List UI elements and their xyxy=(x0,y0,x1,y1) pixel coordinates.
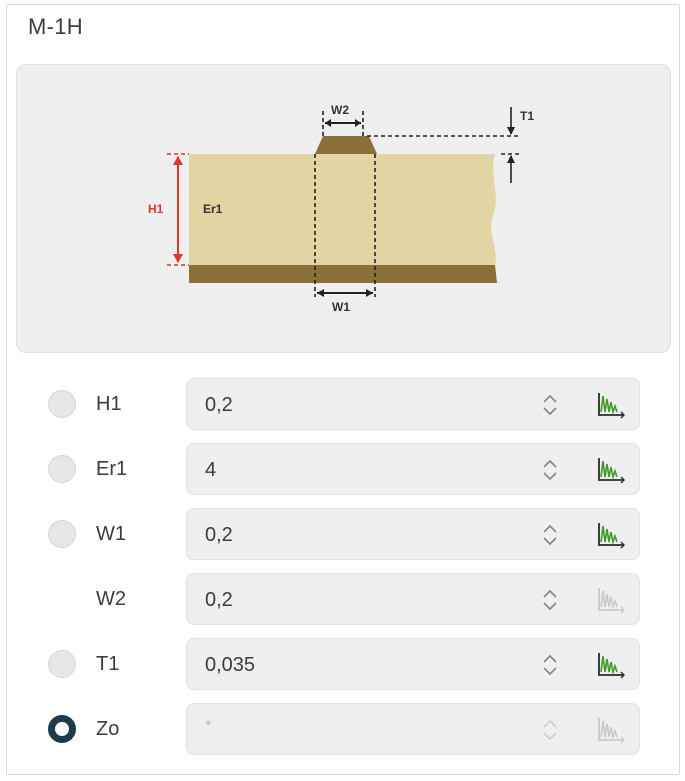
param-row-w2: W2 0,2 xyxy=(0,571,685,627)
microstrip-cross-section: W1 W2 T1 H1 Er1 xyxy=(148,103,534,314)
graph-icon[interactable] xyxy=(595,520,627,550)
param-input-zo: * xyxy=(186,703,640,755)
graph-icon xyxy=(595,715,627,745)
stepper-icon[interactable] xyxy=(539,391,561,419)
param-row-zo: Zo * xyxy=(0,701,685,757)
param-value-h1: 0,2 xyxy=(205,394,233,416)
param-label-t1: T1 xyxy=(96,653,120,675)
w1-label: W1 xyxy=(332,300,350,314)
graph-icon[interactable] xyxy=(595,390,627,420)
param-value-w1: 0,2 xyxy=(205,524,233,546)
substrate-layer xyxy=(189,154,496,265)
stepper-icon[interactable] xyxy=(539,586,561,614)
param-value-er1: 4 xyxy=(205,459,217,481)
param-row-t1: T1 0,035 xyxy=(0,636,685,692)
trace-conductor xyxy=(315,136,377,154)
param-value-zo: * xyxy=(205,718,212,735)
param-input-t1[interactable]: 0,035 xyxy=(186,638,640,690)
param-label-er1: Er1 xyxy=(96,458,128,480)
er1-label: Er1 xyxy=(203,202,223,216)
radio-er1[interactable] xyxy=(48,455,76,483)
param-row-w1: W1 0,2 xyxy=(0,506,685,562)
radio-zo[interactable] xyxy=(48,715,76,743)
stepper-icon[interactable] xyxy=(539,521,561,549)
param-input-w2[interactable]: 0,2 xyxy=(186,573,640,625)
panel-title: M-1H xyxy=(28,14,83,39)
param-input-er1[interactable]: 4 xyxy=(186,443,640,495)
param-row-er1: Er1 4 xyxy=(0,441,685,497)
radio-t1[interactable] xyxy=(48,650,76,678)
stackup-diagram: W1 W2 T1 H1 Er1 xyxy=(16,64,671,353)
param-label-h1: H1 xyxy=(96,393,122,415)
param-row-h1: H1 0,2 xyxy=(0,376,685,432)
stepper-icon[interactable] xyxy=(539,456,561,484)
radio-h1[interactable] xyxy=(48,390,76,418)
ground-plane xyxy=(189,265,497,283)
w2-label: W2 xyxy=(331,103,349,117)
param-label-zo: Zo xyxy=(96,718,120,740)
param-value-w2: 0,2 xyxy=(205,589,233,611)
radio-w1[interactable] xyxy=(48,520,76,548)
param-value-t1: 0,035 xyxy=(205,654,256,676)
graph-icon[interactable] xyxy=(595,455,627,485)
graph-icon xyxy=(595,585,627,615)
t1-label: T1 xyxy=(520,109,534,123)
param-label-w1: W1 xyxy=(96,523,126,545)
h1-label: H1 xyxy=(148,202,164,216)
param-label-w2: W2 xyxy=(96,588,126,610)
graph-icon[interactable] xyxy=(595,650,627,680)
param-input-w1[interactable]: 0,2 xyxy=(186,508,640,560)
stepper-icon[interactable] xyxy=(539,651,561,679)
param-input-h1[interactable]: 0,2 xyxy=(186,378,640,430)
stepper-icon xyxy=(539,716,561,744)
